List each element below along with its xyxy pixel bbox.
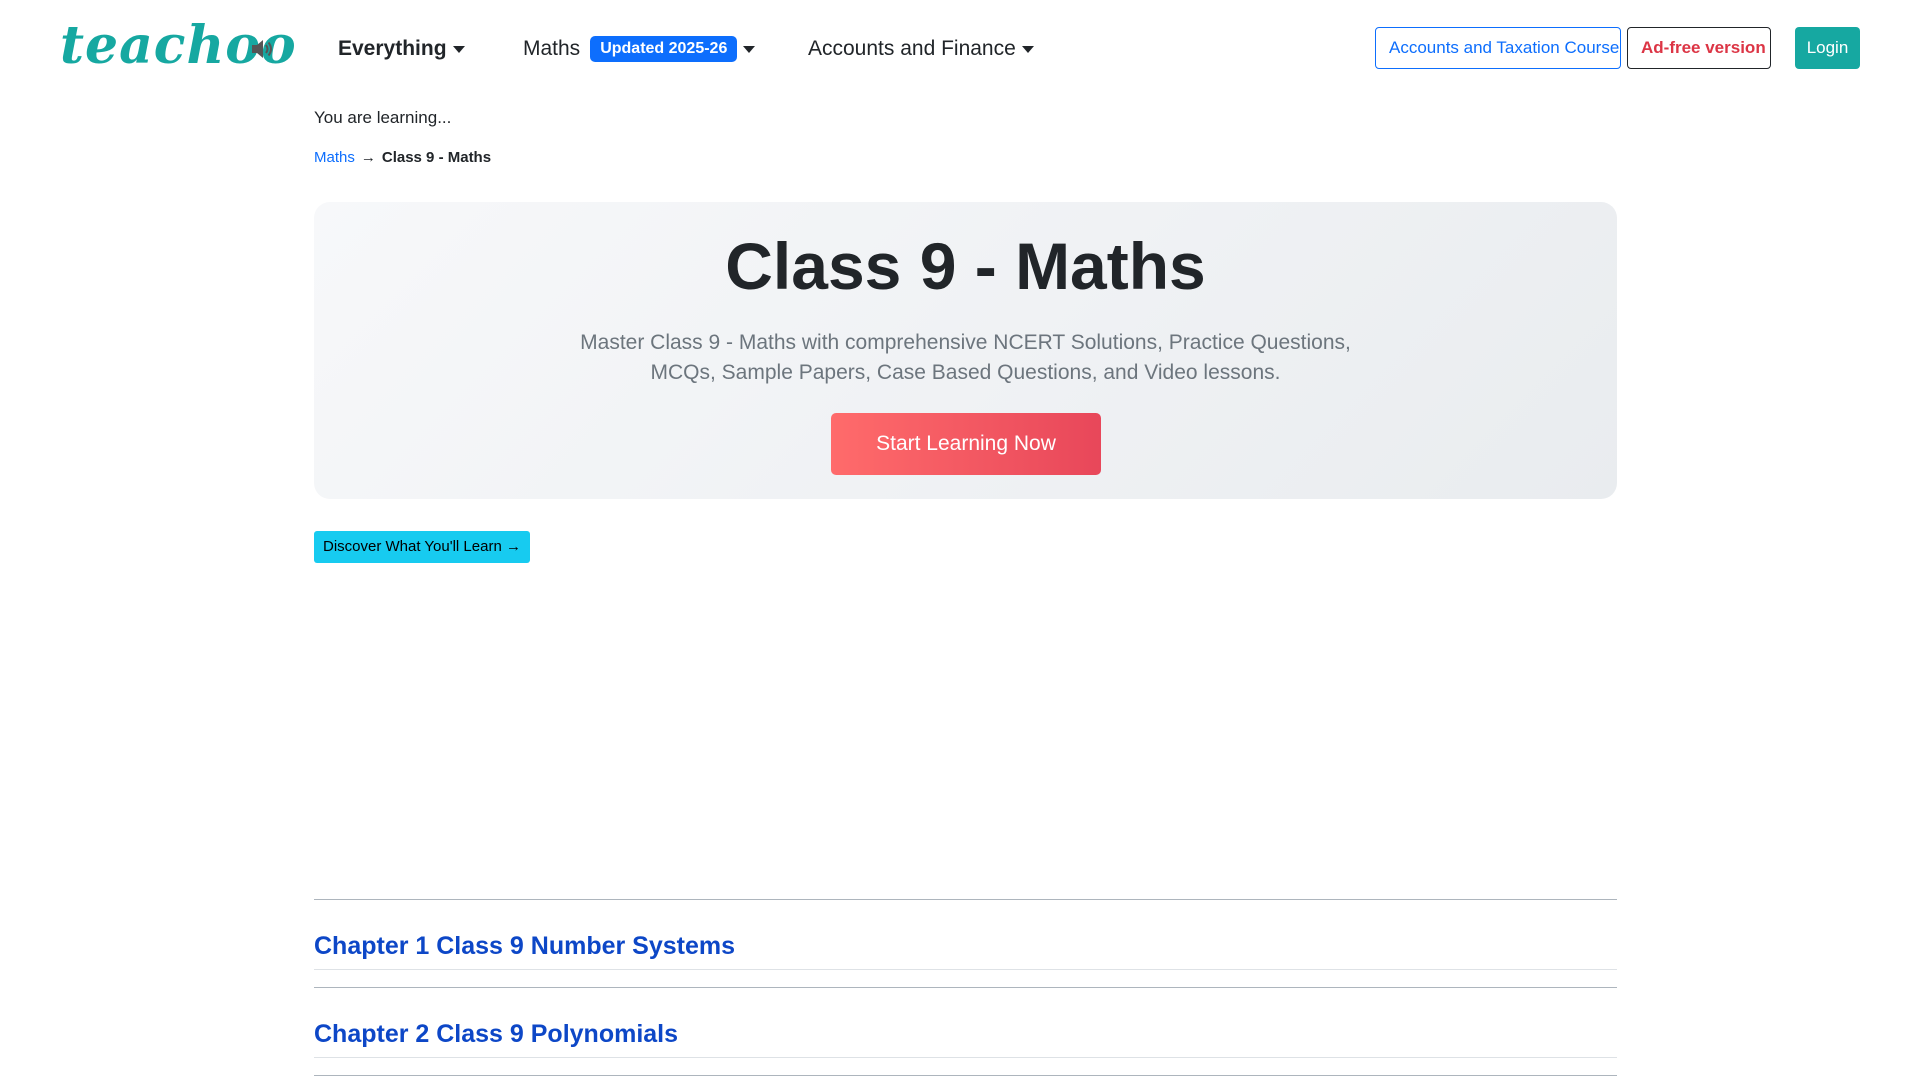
divider <box>314 1057 1617 1058</box>
divider <box>314 987 1617 988</box>
breadcrumb-maths-link[interactable]: Maths <box>314 148 355 168</box>
divider <box>314 899 1617 900</box>
divider <box>314 1075 1617 1076</box>
nav-accounts-finance-dropdown[interactable]: Accounts and Finance <box>808 34 1034 64</box>
nav-maths-label: Maths <box>523 37 581 60</box>
page-title: Class 9 - Maths <box>725 229 1206 303</box>
nav-maths-dropdown[interactable]: Maths Updated 2025-26 <box>523 34 756 64</box>
speaker-volume-icon[interactable] <box>250 38 274 60</box>
divider <box>314 969 1617 970</box>
accounts-taxation-course-button[interactable]: Accounts and Taxation Course <box>1375 27 1621 69</box>
breadcrumb-current: Class 9 - Maths <box>381 149 492 166</box>
caret-down-icon <box>452 45 465 53</box>
hero-card: Class 9 - Maths Master Class 9 - Maths w… <box>314 202 1617 499</box>
nav-accounts-label: Accounts and Finance <box>808 37 1016 60</box>
chapter-link-number-systems[interactable]: Chapter 1 Class 9 Number Systems <box>314 930 735 962</box>
hero-subtitle: Master Class 9 - Maths with comprehensiv… <box>580 331 1351 384</box>
breadcrumb-separator: → <box>360 149 376 166</box>
ad-free-version-button[interactable]: Ad-free version <box>1627 27 1771 69</box>
nav-everything-label: Everything <box>338 37 447 60</box>
updated-badge: Updated 2025-26 <box>590 36 738 62</box>
chapter-link-polynomials[interactable]: Chapter 2 Class 9 Polynomials <box>314 1018 678 1050</box>
caret-down-icon <box>1021 45 1034 53</box>
caret-down-icon <box>743 45 756 53</box>
nav-everything-dropdown[interactable]: Everything <box>338 34 465 64</box>
top-navbar: teachoo Everything Maths Updated 2025-26… <box>0 0 1920 96</box>
breadcrumb: Maths → Class 9 - Maths <box>314 148 491 168</box>
you-are-learning-label: You are learning... <box>314 108 452 127</box>
discover-what-youll-learn-button[interactable]: Discover What You'll Learn → <box>314 531 530 563</box>
start-learning-button[interactable]: Start Learning Now <box>831 413 1101 475</box>
login-button[interactable]: Login <box>1795 27 1860 69</box>
